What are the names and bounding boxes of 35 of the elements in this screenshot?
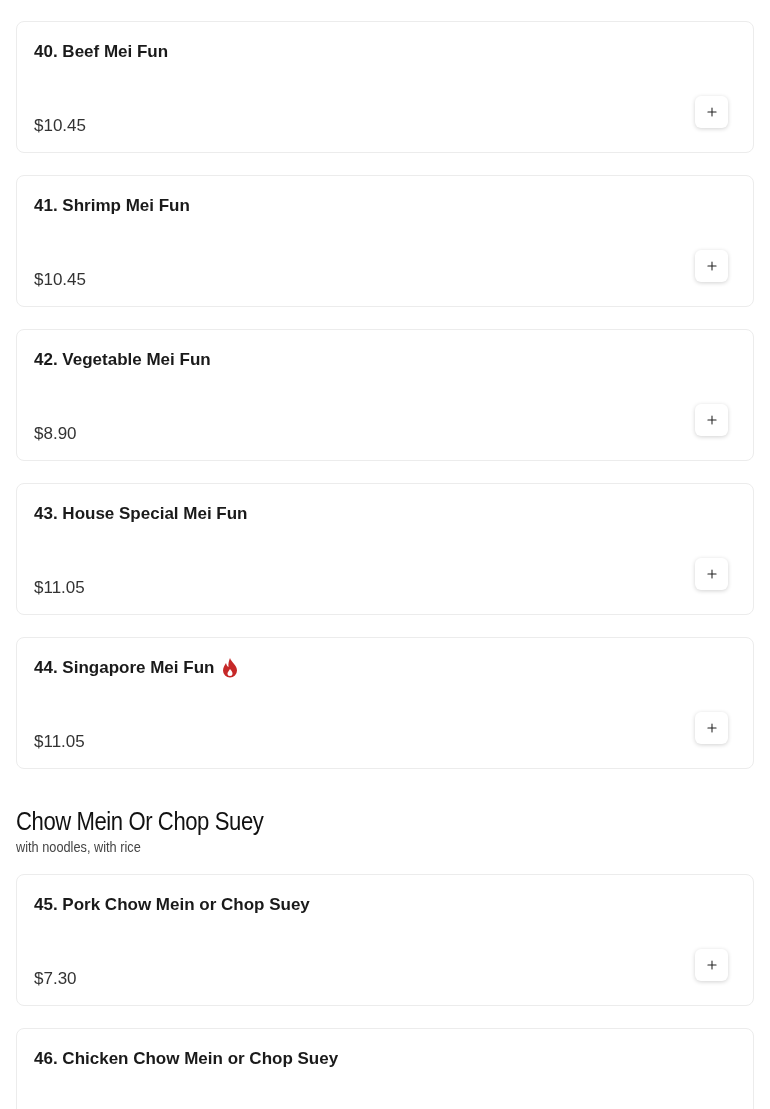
add-button[interactable] (695, 404, 728, 436)
add-button[interactable] (695, 558, 728, 590)
item-name: 41. Shrimp Mei Fun (34, 195, 190, 217)
menu-item-card[interactable]: 42. Vegetable Mei Fun $8.90 (16, 329, 754, 461)
section-title: Chow Mein Or Chop Suey (16, 805, 265, 837)
menu-item-card[interactable]: 46. Chicken Chow Mein or Chop Suey (16, 1028, 754, 1109)
plus-icon (704, 567, 719, 581)
add-button[interactable] (695, 96, 728, 128)
plus-icon (704, 105, 719, 119)
section-subtitle: with noodles, with rice (16, 837, 142, 857)
plus-icon (704, 413, 719, 427)
item-price: $7.30 (34, 968, 77, 990)
menu-item-card[interactable]: 41. Shrimp Mei Fun $10.45 (16, 175, 754, 307)
item-name: 43. House Special Mei Fun (34, 503, 248, 525)
item-name: 44. Singapore Mei Fun (34, 657, 215, 679)
item-name: 42. Vegetable Mei Fun (34, 349, 211, 371)
item-price: $11.05 (34, 577, 85, 599)
menu-item-card[interactable]: 43. House Special Mei Fun $11.05 (16, 483, 754, 615)
menu-item-card[interactable]: 40. Beef Mei Fun $10.45 (16, 21, 754, 153)
flame-icon (222, 658, 239, 678)
menu-item-card[interactable]: 44. Singapore Mei Fun $11.05 (16, 637, 754, 769)
item-price: $11.05 (34, 731, 85, 753)
item-name: 46. Chicken Chow Mein or Chop Suey (34, 1048, 339, 1070)
menu-item-card[interactable]: 45. Pork Chow Mein or Chop Suey $7.30 (16, 874, 754, 1006)
item-price: $10.45 (34, 269, 86, 291)
plus-icon (704, 958, 719, 972)
item-price: $10.45 (34, 115, 86, 137)
plus-icon (704, 259, 719, 273)
item-name: 45. Pork Chow Mein or Chop Suey (34, 894, 310, 916)
add-button[interactable] (695, 250, 728, 282)
plus-icon (704, 721, 719, 735)
item-name: 40. Beef Mei Fun (34, 41, 169, 63)
add-button[interactable] (695, 712, 728, 744)
add-button[interactable] (695, 949, 728, 981)
item-price: $8.90 (34, 423, 77, 445)
